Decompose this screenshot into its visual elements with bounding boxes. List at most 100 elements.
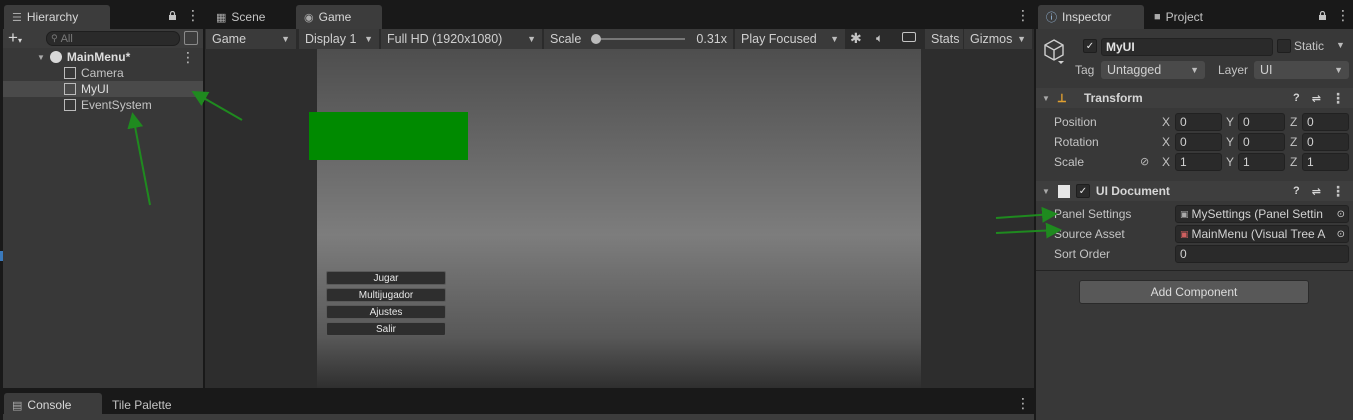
bug-icon[interactable]: ✱ <box>850 30 862 47</box>
audio-icon[interactable]: 🔈︎ <box>876 31 883 46</box>
scale-slider[interactable] <box>590 34 685 44</box>
collapse-arrow-icon[interactable]: ▼ <box>1042 187 1050 196</box>
resolution-dropdown[interactable]: Full HD (1920x1080) ▼ <box>381 29 542 49</box>
search-by-type-icon[interactable] <box>184 31 198 45</box>
position-x-field[interactable]: 0 <box>1175 113 1222 131</box>
ajustes-button[interactable]: Ajustes <box>326 305 446 319</box>
list-icon: ☰ <box>12 11 22 24</box>
static-dropdown-icon[interactable]: ▼ <box>1336 40 1345 50</box>
object-picker-icon[interactable]: ⊙ <box>1337 229 1345 240</box>
cube-icon <box>64 67 76 79</box>
position-z-field[interactable]: 0 <box>1302 113 1349 131</box>
play-mode-value: Play Focused <box>741 32 817 46</box>
tag-dropdown[interactable]: Untagged ▼ <box>1101 61 1205 79</box>
scale-x-value: 1 <box>1180 155 1187 169</box>
axis-z-label: Z <box>1290 115 1298 129</box>
object-name-field[interactable]: MyUI <box>1101 38 1273 56</box>
add-component-button[interactable]: Add Component <box>1079 280 1309 304</box>
panel-settings-field[interactable]: ▣ MySettings (Panel Settin ⊙ <box>1175 205 1349 223</box>
scale-value: 0.31x <box>696 32 727 46</box>
inspector-menu-icon[interactable]: ⋮ <box>1336 7 1350 24</box>
stats-button[interactable]: Stats <box>925 29 963 49</box>
add-button[interactable]: +▾ <box>8 28 22 48</box>
hierarchy-item-myui[interactable]: MyUI <box>3 81 203 97</box>
rotation-x-field[interactable]: 0 <box>1175 133 1222 151</box>
object-picker-icon[interactable]: ⊙ <box>1337 209 1345 220</box>
help-icon[interactable]: ? <box>1293 185 1300 197</box>
active-checkbox[interactable]: ✓ <box>1083 39 1097 53</box>
game-viewport[interactable] <box>317 49 921 388</box>
multijugador-label: Multijugador <box>358 289 414 301</box>
preset-icon[interactable]: ⇌ <box>1312 92 1321 105</box>
tab-hierarchy[interactable]: ☰ Hierarchy <box>4 5 110 29</box>
multijugador-button[interactable]: Multijugador <box>326 288 446 302</box>
transform-header[interactable]: ▼ ⟂ Transform ? ⇌ ⋮ <box>1036 88 1353 108</box>
display-dropdown[interactable]: Display 1 ▼ <box>299 29 379 49</box>
lock-icon[interactable] <box>168 10 177 20</box>
scene-root-row[interactable]: ▼ MainMenu* ⋮ <box>3 49 203 65</box>
position-y-value: 0 <box>1243 115 1250 129</box>
hierarchy-item-camera[interactable]: Camera <box>3 65 203 81</box>
constrain-proportions-icon[interactable]: ⊘ <box>1140 155 1149 168</box>
position-label: Position <box>1054 115 1097 129</box>
scale-x-field[interactable]: 1 <box>1175 153 1222 171</box>
position-y-field[interactable]: 0 <box>1238 113 1285 131</box>
scene-menu-icon[interactable]: ⋮ <box>181 49 195 66</box>
display-mode-dropdown[interactable]: Game ▼ <box>206 29 296 49</box>
sort-order-field[interactable]: 0 <box>1175 245 1349 263</box>
hierarchy-search-input[interactable]: ⚲ All <box>46 31 180 46</box>
layer-dropdown[interactable]: UI ▼ <box>1254 61 1349 79</box>
sort-order-label: Sort Order <box>1054 247 1111 261</box>
salir-button[interactable]: Salir <box>326 322 446 336</box>
tab-project[interactable]: ■ Project <box>1146 5 1236 29</box>
chevron-down-icon: ▼ <box>527 34 536 44</box>
tab-hierarchy-label: Hierarchy <box>26 10 79 24</box>
static-checkbox[interactable] <box>1277 39 1291 53</box>
tab-game-label: Game <box>318 10 352 24</box>
rotation-y-value: 0 <box>1243 135 1250 149</box>
left-edge-marker <box>0 251 3 261</box>
help-icon[interactable]: ? <box>1293 92 1300 104</box>
resolution-value: Full HD (1920x1080) <box>387 32 503 46</box>
tab-game[interactable]: ◉ Game <box>296 5 382 29</box>
gizmos-dropdown[interactable]: Gizmos ▼ <box>964 29 1032 49</box>
hierarchy-menu-icon[interactable]: ⋮ <box>186 7 200 24</box>
axis-z-label: Z <box>1290 135 1298 149</box>
collapse-arrow-icon[interactable]: ▼ <box>1042 94 1050 103</box>
position-z-value: 0 <box>1307 115 1314 129</box>
tab-inspector[interactable]: ⓘ Inspector <box>1038 5 1144 29</box>
tag-label: Tag <box>1075 63 1095 77</box>
rotation-z-field[interactable]: 0 <box>1302 133 1349 151</box>
salir-label: Salir <box>375 323 396 335</box>
component-menu-icon[interactable]: ⋮ <box>1331 183 1345 200</box>
axis-y-label: Y <box>1226 115 1235 129</box>
game-menu-icon[interactable]: ⋮ <box>1016 7 1030 24</box>
ui-document-enabled-checkbox[interactable]: ✓ <box>1075 184 1090 198</box>
play-mode-dropdown[interactable]: Play Focused ▼ <box>735 29 845 49</box>
scale-control[interactable]: Scale 0.31x <box>544 29 733 49</box>
unity-scene-icon <box>49 51 62 63</box>
scale-slider-handle[interactable] <box>590 34 601 44</box>
scale-z-field[interactable]: 1 <box>1302 153 1349 171</box>
chevron-down-icon: ▼ <box>1017 34 1026 44</box>
expand-arrow-icon[interactable]: ▼ <box>37 53 45 62</box>
jugar-button[interactable]: Jugar <box>326 271 446 285</box>
axis-y-label: Y <box>1226 135 1235 149</box>
layer-value: UI <box>1260 63 1273 77</box>
rotation-x-value: 0 <box>1180 135 1187 149</box>
scale-y-field[interactable]: 1 <box>1238 153 1285 171</box>
keyboard-icon[interactable] <box>902 32 916 42</box>
hierarchy-item-eventsystem[interactable]: EventSystem <box>3 97 203 113</box>
rotation-y-field[interactable]: 0 <box>1238 133 1285 151</box>
bottom-menu-icon[interactable]: ⋮ <box>1016 395 1030 412</box>
gameobject-icon[interactable] <box>1043 38 1065 67</box>
scale-label: Scale <box>550 32 582 46</box>
cube-icon <box>64 99 76 111</box>
preset-icon[interactable]: ⇌ <box>1312 185 1321 198</box>
source-asset-field[interactable]: ▣ MainMenu (Visual Tree A ⊙ <box>1175 225 1349 243</box>
ui-document-header[interactable]: ▼ ✓ UI Document ? ⇌ ⋮ <box>1036 181 1353 201</box>
tab-scene[interactable]: ▦ Scene <box>208 5 294 29</box>
inspector-lock-icon[interactable] <box>1318 10 1327 24</box>
component-menu-icon[interactable]: ⋮ <box>1331 90 1345 107</box>
position-x-value: 0 <box>1180 115 1187 129</box>
